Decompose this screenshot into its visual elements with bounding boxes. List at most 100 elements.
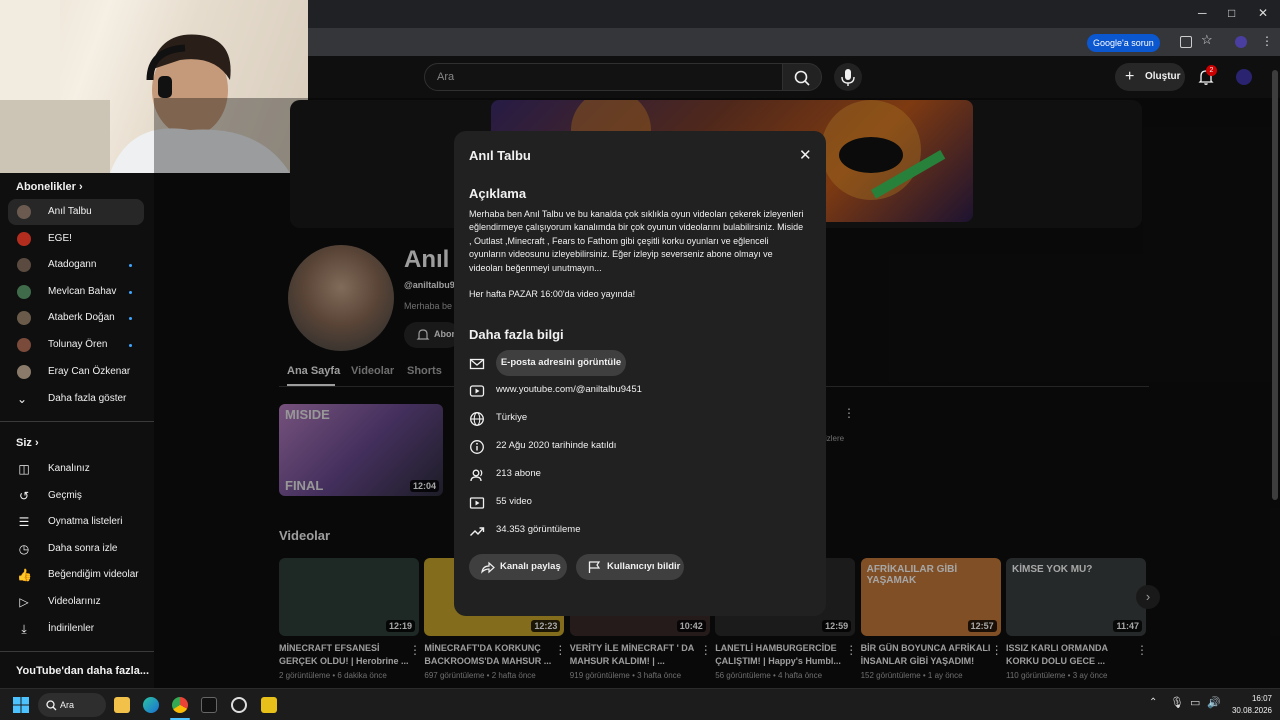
volume-tray-icon[interactable]: 🔊	[1207, 696, 1221, 709]
capcut-icon[interactable]	[201, 697, 217, 713]
subscriptions-header-label: Abonelikler	[16, 181, 76, 193]
close-icon[interactable]: ✕	[799, 146, 812, 164]
show-more-label: Daha fazla göster	[48, 393, 127, 404]
close-window-button[interactable]: ✕	[1258, 6, 1268, 20]
subscription-item[interactable]: Ataberk Doğan	[8, 305, 144, 331]
subscription-label: Anıl Talbu	[48, 206, 92, 217]
playlist-icon: ☰	[18, 515, 30, 530]
report-user-button[interactable]: Kullanıcıyı bildir	[576, 554, 684, 580]
share-channel-label: Kanalı paylaş	[500, 561, 561, 572]
chevron-right-icon: ›	[34, 437, 39, 449]
recorder-icon[interactable]	[231, 697, 247, 713]
create-label: Oluştur	[1145, 71, 1181, 82]
subscriptions-header[interactable]: Abonelikler ›	[16, 181, 83, 193]
new-content-dot	[129, 264, 132, 268]
you-item[interactable]: ⤓ İndirilenler	[8, 616, 144, 642]
subscription-item[interactable]: Eray Can Özkenar	[8, 359, 144, 385]
subscription-label: Mevlcan Bahav	[48, 285, 117, 297]
edge-browser-icon[interactable]	[143, 697, 159, 713]
history-icon: ↺	[18, 488, 30, 503]
subscription-item[interactable]: EGE!	[8, 226, 144, 252]
channel-url-link[interactable]: www.youtube.com/@aniltalbu9451	[496, 384, 642, 395]
globe-icon	[470, 412, 484, 426]
search-icon	[46, 700, 57, 711]
search-input[interactable]: Ara	[424, 63, 784, 91]
you-item[interactable]: ◫ Kanalınız	[8, 456, 144, 482]
notification-count-badge: 2	[1206, 65, 1217, 76]
google-ask-chip[interactable]: Google'a sorun	[1087, 34, 1160, 52]
file-explorer-icon[interactable]	[114, 697, 130, 713]
channel-avatar	[17, 311, 31, 326]
you-header-label: Siz	[16, 437, 32, 449]
you-item-label: Daha sonra izle	[48, 542, 118, 554]
profile-avatar-icon[interactable]	[1235, 36, 1247, 48]
taskbar-search-label: Ara	[60, 700, 75, 710]
report-user-label: Kullanıcıyı bildir	[607, 561, 681, 572]
bookmark-star-icon[interactable]: ☆	[1201, 32, 1213, 48]
page-scrollbar[interactable]	[1272, 70, 1278, 500]
voice-search-button[interactable]	[834, 63, 862, 91]
you-item[interactable]: ▷ Videolarınız	[8, 589, 144, 615]
you-item-label: Videolarınız	[48, 596, 101, 607]
you-item[interactable]: ↺ Geçmiş	[8, 483, 144, 509]
channel-avatar	[17, 258, 31, 273]
install-app-icon[interactable]	[1180, 36, 1192, 48]
view-email-label: E-posta adresini görüntüle	[500, 357, 622, 368]
taskbar-search[interactable]: Ara	[38, 693, 106, 717]
country-text: Türkiye	[496, 412, 528, 423]
create-button[interactable]: + Oluştur	[1115, 63, 1185, 91]
subscription-label: Tolunay Ören	[48, 339, 108, 350]
you-item[interactable]: ☰ Oynatma listeleri	[8, 509, 144, 535]
chevron-right-icon: ›	[78, 181, 83, 193]
taskbar-time[interactable]: 16:07	[1226, 694, 1272, 703]
sidebar-divider	[0, 651, 154, 652]
google-ask-label: Google'a sorun	[1093, 38, 1154, 48]
search-button[interactable]	[782, 63, 822, 91]
windows-start-icon[interactable]	[13, 697, 29, 713]
you-header[interactable]: Siz ›	[16, 437, 39, 449]
channel-avatar	[17, 284, 31, 299]
new-content-dot	[129, 344, 132, 347]
you-item[interactable]: ◷ Daha sonra izle	[8, 536, 144, 562]
maximize-button[interactable]: □	[1228, 6, 1235, 20]
microphone-icon	[841, 69, 855, 86]
notifications-button[interactable]: 2	[1197, 65, 1217, 91]
subscribers-row: 213 abone	[469, 465, 809, 485]
channel-avatar	[17, 205, 31, 219]
you-item-label: Geçmiş	[48, 489, 82, 501]
show-hidden-icons-icon[interactable]: ⌃	[1149, 697, 1157, 708]
channel-about-dialog: Anıl Talbu ✕ Açıklama Merhaba ben Anıl T…	[454, 131, 826, 616]
view-email-button[interactable]: E-posta adresini görüntüle	[496, 350, 626, 376]
sidebar-divider	[0, 421, 154, 422]
mail-icon	[469, 358, 485, 370]
more-info-header: Daha fazla bilgi	[469, 327, 564, 342]
subscription-label: Atadogann	[48, 259, 97, 271]
taskbar-date[interactable]: 30.08.2026	[1222, 706, 1272, 715]
new-content-dot	[129, 317, 132, 321]
subscriber-count: 213 abone	[496, 468, 541, 479]
pinned-app-icon[interactable]	[261, 697, 277, 713]
minimize-button[interactable]: ─	[1198, 6, 1207, 20]
joined-text: 22 Ağu 2020 tarihinde katıldı	[496, 440, 617, 451]
show-more-button[interactable]: ⌄ Daha fazla göster	[8, 386, 144, 412]
subscription-item[interactable]: Tolunay Ören	[8, 332, 144, 358]
video-icon: ▷	[19, 595, 29, 609]
country-row: Türkiye	[469, 409, 809, 429]
chrome-browser-icon[interactable]	[172, 697, 188, 713]
channel-url-row: www.youtube.com/@aniltalbu9451	[469, 381, 809, 401]
subscription-item[interactable]: Atadogann	[8, 252, 144, 278]
subscription-item[interactable]: Anıl Talbu	[8, 199, 144, 225]
browser-menu-icon[interactable]: ⋮	[1261, 34, 1273, 48]
subscription-item[interactable]: Mevlcan Bahav	[8, 279, 144, 305]
video-count-row: 55 video	[469, 493, 809, 513]
share-channel-button[interactable]: Kanalı paylaş	[469, 554, 567, 580]
more-from-youtube-header: YouTube'dan daha fazla...	[16, 665, 149, 677]
you-item[interactable]: 👍 Beğendiğim videolar	[8, 562, 144, 588]
account-avatar[interactable]	[1236, 69, 1252, 85]
microphone-tray-icon[interactable]: 🎙	[1170, 696, 1184, 709]
display-tray-icon[interactable]: ▭	[1190, 696, 1200, 709]
you-item-label: Beğendiğim videolar	[48, 569, 139, 581]
chevron-down-icon: ⌄	[17, 392, 28, 406]
windows-taskbar: Ara ⌃ 🎙 ▭ 🔊 16:07 30.08.2026	[0, 688, 1280, 720]
description-header: Açıklama	[469, 186, 527, 201]
